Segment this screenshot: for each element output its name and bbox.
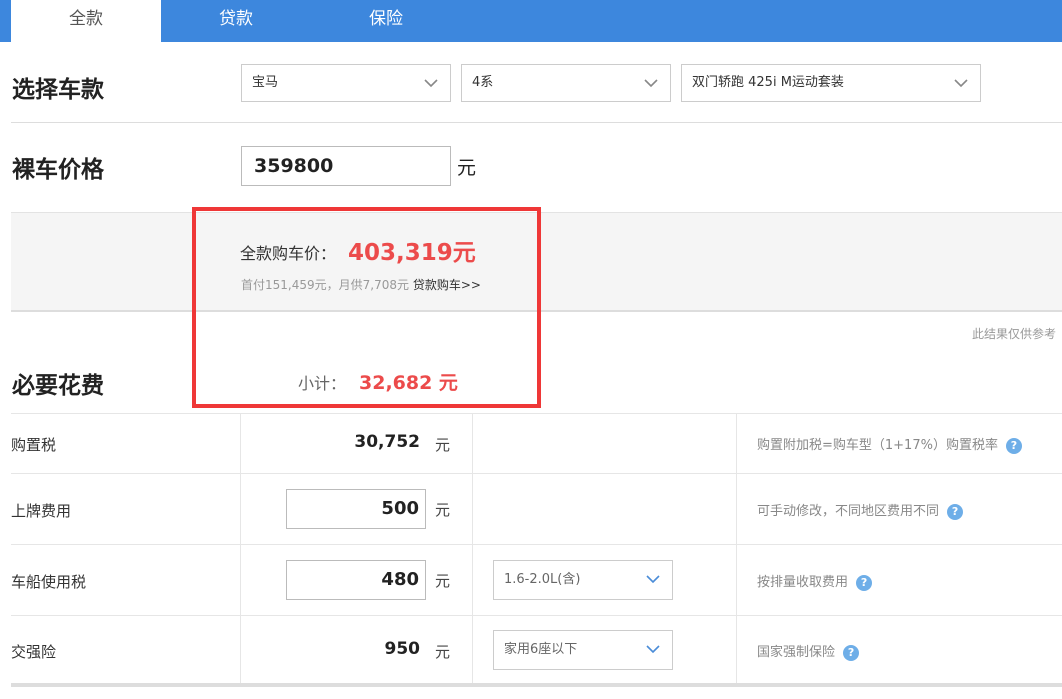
table-row xyxy=(11,615,1062,616)
fee-name-vehicle-tax: 车船使用税 xyxy=(11,573,87,591)
bare-price-input[interactable]: 359800 xyxy=(241,146,451,186)
fee-desc-compulsory-insurance: 国家强制保险? xyxy=(757,641,860,661)
fee-value-compulsory-insurance: 950 xyxy=(384,639,421,659)
column-divider xyxy=(240,413,241,683)
fee-desc-registration: 可手动修改，不同地区费用不同? xyxy=(757,500,964,520)
table-row xyxy=(11,473,1062,474)
fee-name-purchase-tax: 购置税 xyxy=(11,436,57,454)
displacement-select[interactable]: 1.6-2.0L(含) xyxy=(493,560,673,600)
bare-price-unit: 元 xyxy=(457,157,477,179)
seat-type-select-value: 家用6座以下 xyxy=(504,642,578,657)
car-purchase-calculator: 全款 贷款 保险 选择车款 宝马 4系 双门轿跑 425i M运动套装 裸车价格… xyxy=(0,0,1062,699)
help-icon[interactable]: ? xyxy=(856,574,873,591)
chevron-down-icon xyxy=(646,575,660,584)
help-icon[interactable]: ? xyxy=(843,644,860,661)
fee-unit: 元 xyxy=(435,643,451,661)
registration-fee-input[interactable]: 500 xyxy=(286,489,426,529)
fee-desc-text: 可手动修改，不同地区费用不同 xyxy=(757,504,940,519)
chevron-down-icon xyxy=(644,79,658,88)
tab-bar: 全款 贷款 保险 xyxy=(0,0,1062,42)
fee-desc-vehicle-tax: 按排量收取费用? xyxy=(757,571,873,591)
fee-name-registration: 上牌费用 xyxy=(11,502,72,520)
bare-price-heading: 裸车价格 xyxy=(12,157,104,183)
table-row xyxy=(11,413,1062,414)
help-icon[interactable]: ? xyxy=(947,503,964,520)
table-row xyxy=(11,544,1062,545)
seat-type-select[interactable]: 家用6座以下 xyxy=(493,630,673,670)
vehicle-tax-input[interactable]: 480 xyxy=(286,560,426,600)
fee-unit: 元 xyxy=(435,501,451,519)
brand-select[interactable]: 宝马 xyxy=(241,64,451,102)
tab-full-payment[interactable]: 全款 xyxy=(11,0,161,42)
tab-insurance[interactable]: 保险 xyxy=(311,0,461,42)
series-select-value: 4系 xyxy=(472,75,494,90)
displacement-select-value: 1.6-2.0L(含) xyxy=(504,572,581,587)
brand-select-value: 宝马 xyxy=(252,75,279,90)
fee-value-purchase-tax: 30,752 xyxy=(354,432,420,452)
fee-unit: 元 xyxy=(435,572,451,590)
chevron-down-icon xyxy=(646,645,660,654)
divider xyxy=(11,122,1062,123)
fee-desc-text: 国家强制保险 xyxy=(757,645,836,660)
required-costs-heading: 必要花费 xyxy=(12,373,104,399)
fee-desc-text: 按排量收取费用 xyxy=(757,575,849,590)
series-select[interactable]: 4系 xyxy=(461,64,671,102)
chevron-down-icon xyxy=(424,79,438,88)
chevron-down-icon xyxy=(954,79,968,88)
fee-name-compulsory-insurance: 交强险 xyxy=(11,643,57,661)
column-divider xyxy=(736,413,737,683)
select-car-heading: 选择车款 xyxy=(12,77,104,103)
reference-note: 此结果仅供参考 xyxy=(971,327,1056,341)
column-divider xyxy=(472,413,473,683)
tab-loan[interactable]: 贷款 xyxy=(161,0,311,42)
fee-desc-text: 购置附加税=购车型（1+17%）购置税率 xyxy=(757,438,998,453)
fee-desc-purchase-tax: 购置附加税=购车型（1+17%）购置税率? xyxy=(757,434,1022,454)
help-icon[interactable]: ? xyxy=(1005,437,1022,454)
model-select[interactable]: 双门轿跑 425i M运动套装 xyxy=(681,64,981,102)
highlight-box xyxy=(192,207,541,408)
fee-unit: 元 xyxy=(435,436,451,454)
bottom-divider xyxy=(11,683,1062,687)
model-select-value: 双门轿跑 425i M运动套装 xyxy=(692,75,844,90)
